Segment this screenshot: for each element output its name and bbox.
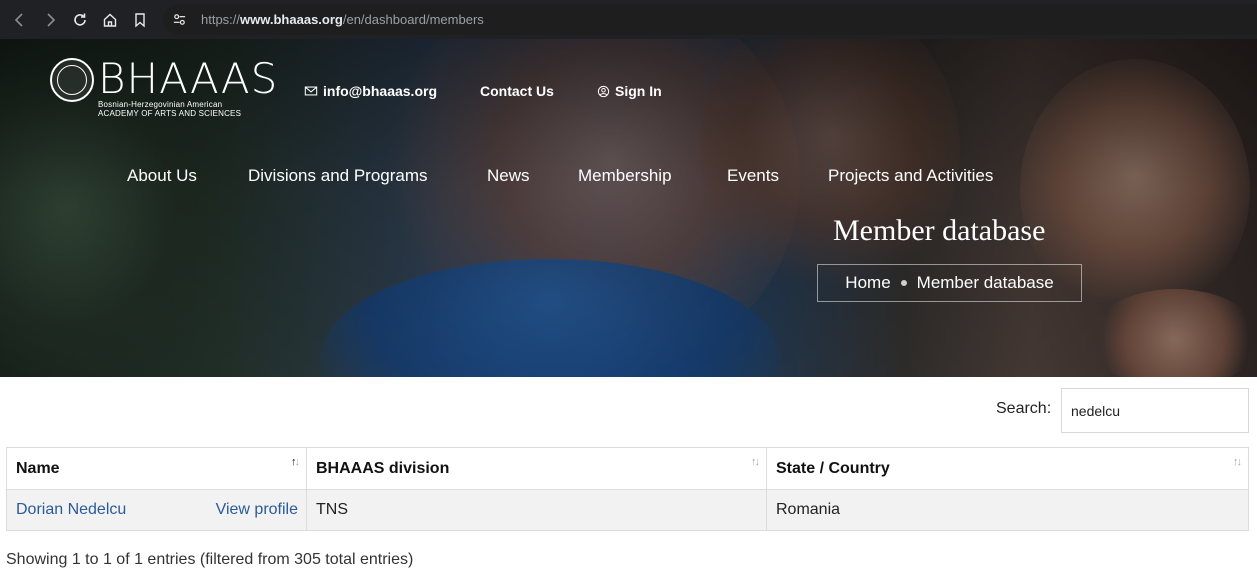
email-text: info@bhaaas.org: [323, 83, 437, 99]
column-header-division[interactable]: BHAAAS division ↑↓: [306, 447, 767, 490]
breadcrumb: Home Member database: [817, 264, 1082, 302]
user-icon: [597, 85, 610, 97]
sort-icon: ↑↓: [751, 456, 760, 468]
back-icon[interactable]: [5, 5, 35, 35]
breadcrumb-current: Member database: [916, 273, 1054, 292]
table-info: Showing 1 to 1 of 1 entries (filtered fr…: [6, 551, 414, 568]
table-row: Dorian Nedelcu View profile TNS Romania: [6, 489, 1249, 531]
members-table: Name ↑↓ BHAAAS division ↑↓ State / Count…: [6, 447, 1249, 531]
breadcrumb-home[interactable]: Home: [845, 273, 890, 293]
url-text[interactable]: https://www.bhaaas.org/en/dashboard/memb…: [201, 12, 484, 27]
nav-projects-activities[interactable]: Projects and Activities: [828, 166, 993, 186]
member-name-link[interactable]: Dorian Nedelcu: [16, 501, 126, 518]
contact-us-link[interactable]: Contact Us: [480, 83, 554, 99]
breadcrumb-separator: [900, 280, 907, 286]
nav-news[interactable]: News: [487, 166, 530, 186]
site-settings-icon[interactable]: [172, 12, 187, 32]
nav-divisions-programs[interactable]: Divisions and Programs: [248, 166, 428, 186]
site-logo[interactable]: BHAAAS Bosnian-Herzegovinian American AC…: [50, 58, 278, 118]
bookmark-icon[interactable]: [125, 5, 155, 35]
sort-icon: ↑↓: [1233, 456, 1242, 468]
forward-icon[interactable]: [35, 5, 65, 35]
cell-country: Romania: [766, 489, 1249, 531]
envelope-icon: [304, 86, 318, 96]
nav-membership[interactable]: Membership: [578, 166, 672, 186]
view-profile-link[interactable]: View profile: [216, 501, 298, 519]
email-link[interactable]: info@bhaaas.org: [304, 83, 437, 99]
logo-subtitle-2: ACADEMY OF ARTS AND SCIENCES: [98, 109, 242, 118]
home-icon[interactable]: [95, 5, 125, 35]
seal-icon: [50, 58, 94, 102]
column-header-country[interactable]: State / Country ↑↓: [766, 447, 1249, 490]
address-bar[interactable]: https://www.bhaaas.org/en/dashboard/memb…: [163, 4, 1257, 35]
cell-name: Dorian Nedelcu View profile: [6, 489, 307, 531]
search-input[interactable]: [1061, 388, 1249, 433]
browser-toolbar: https://www.bhaaas.org/en/dashboard/memb…: [0, 0, 1257, 39]
page-title: Member database: [833, 214, 1046, 247]
sign-in-link[interactable]: Sign In: [597, 83, 662, 99]
cell-division: TNS: [306, 489, 767, 531]
column-header-name[interactable]: Name ↑↓: [6, 447, 307, 490]
nav-events[interactable]: Events: [727, 166, 779, 186]
sort-ascending-icon: ↑↓: [291, 456, 300, 468]
logo-wordmark: BHAAAS: [98, 54, 279, 103]
reload-icon[interactable]: [65, 5, 95, 35]
nav-about-us[interactable]: About Us: [127, 166, 197, 186]
search-label: Search:: [996, 400, 1052, 417]
